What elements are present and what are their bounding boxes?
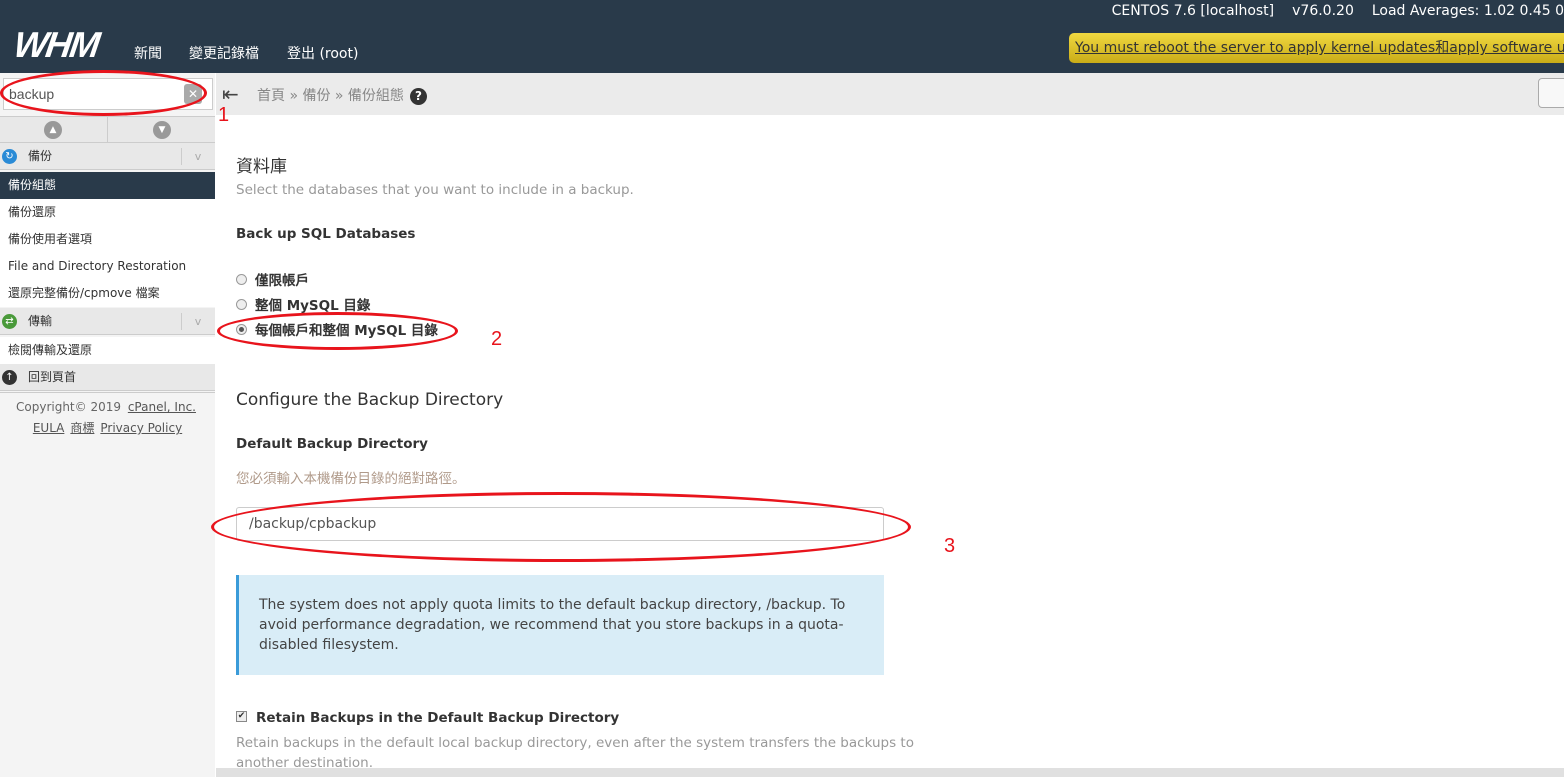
sidebar-item-file-restoration[interactable]: File and Directory Restoration xyxy=(0,253,215,280)
annotation-ellipse-1 xyxy=(0,70,207,116)
sidebar-item-backup-restore[interactable]: 備份還原 xyxy=(0,199,215,226)
reboot-alert-link[interactable]: You must reboot the server to apply kern… xyxy=(1069,33,1564,63)
annotation-ellipse-3 xyxy=(211,492,911,562)
radio-accounts-only[interactable]: 僅限帳戶 xyxy=(236,269,309,289)
retain-backups-label[interactable]: Retain Backups in the Default Backup Dir… xyxy=(256,710,619,726)
chevron-down-icon[interactable]: v xyxy=(181,313,214,330)
retain-desc: Retain backups in the default local back… xyxy=(236,735,914,751)
sidebar-toggle-icon[interactable]: ⇤ xyxy=(222,82,239,106)
back-to-top[interactable]: ↑ 回到頁首 xyxy=(0,364,215,391)
radio-entire-mysql[interactable]: 整個 MySQL 目錄 xyxy=(236,294,370,314)
backup-dir-title: Configure the Backup Directory xyxy=(236,390,504,410)
collapse-controls: ▲ ▼ xyxy=(0,116,215,143)
backup-dir-label: Default Backup Directory xyxy=(236,436,428,452)
expand-down-icon[interactable]: ▼ xyxy=(153,121,171,139)
breadcrumb: 首頁 » 備份 » 備份組態? xyxy=(257,85,427,105)
sidebar-item-review-transfers[interactable]: 檢閱傳輸及還原 xyxy=(0,337,215,364)
chevron-down-icon[interactable]: v xyxy=(181,148,214,165)
top-bar: WHM 新聞 變更記錄檔 登出 (root) CENTOS 7.6 [local… xyxy=(0,0,1564,73)
sidebar-group-transfer[interactable]: ⇄ 傳輸 v xyxy=(0,308,215,335)
nav-logout[interactable]: 登出 (root) xyxy=(287,43,358,63)
sidebar-item-cpmove-restore[interactable]: 還原完整備份/cpmove 檔案 xyxy=(0,280,215,307)
sidebar-item-backup-user-options[interactable]: 備份使用者選項 xyxy=(0,226,215,253)
quota-info-box: The system does not apply quota limits t… xyxy=(236,575,884,675)
database-desc: Select the databases that you want to in… xyxy=(236,182,634,198)
sidebar-item-backup-config[interactable]: 備份組態 xyxy=(0,172,215,199)
load-averages: Load Averages: 1.02 0.45 0 xyxy=(1371,3,1564,19)
annotation-number-2: 2 xyxy=(491,328,503,350)
version-info: v76.0.20 xyxy=(1292,3,1354,19)
whm-logo[interactable]: WHM xyxy=(11,24,101,66)
sql-label: Back up SQL Databases xyxy=(236,226,416,242)
privacy-link[interactable]: Privacy Policy xyxy=(100,421,182,435)
nav-news[interactable]: 新聞 xyxy=(134,43,162,63)
support-button[interactable] xyxy=(1538,78,1564,108)
collapse-up-icon[interactable]: ▲ xyxy=(44,121,62,139)
arrow-up-icon: ↑ xyxy=(2,370,17,385)
database-title: 資料庫 xyxy=(236,157,287,177)
trademark-link[interactable]: 商標 xyxy=(70,421,94,435)
eula-link[interactable]: EULA xyxy=(33,421,65,435)
transfer-icon: ⇄ xyxy=(2,314,17,329)
backup-icon: ↻ xyxy=(2,149,17,164)
cpanel-link[interactable]: cPanel, Inc. xyxy=(128,400,196,414)
annotation-ellipse-2 xyxy=(217,312,458,350)
nav-changelog[interactable]: 變更記錄檔 xyxy=(189,43,259,63)
sidebar-footer: Copyright© 2019 cPanel, Inc. EULA 商標 Priva… xyxy=(0,392,215,440)
sidebar-group-backup[interactable]: ↻ 備份 v xyxy=(0,143,215,170)
backup-dir-help: 您必須輸入本機備份目錄的絕對路徑。 xyxy=(236,471,466,487)
help-icon[interactable]: ? xyxy=(409,88,427,105)
annotation-number-1: 1 xyxy=(218,104,230,126)
breadcrumb-bar: ⇤ 首頁 » 備份 » 備份組態? xyxy=(216,73,1564,115)
retain-backups-checkbox[interactable]: ✔ xyxy=(236,711,247,722)
horizontal-scrollbar[interactable] xyxy=(216,768,1564,777)
annotation-number-3: 3 xyxy=(944,535,956,557)
os-info: CENTOS 7.6 [localhost] xyxy=(1111,3,1275,19)
